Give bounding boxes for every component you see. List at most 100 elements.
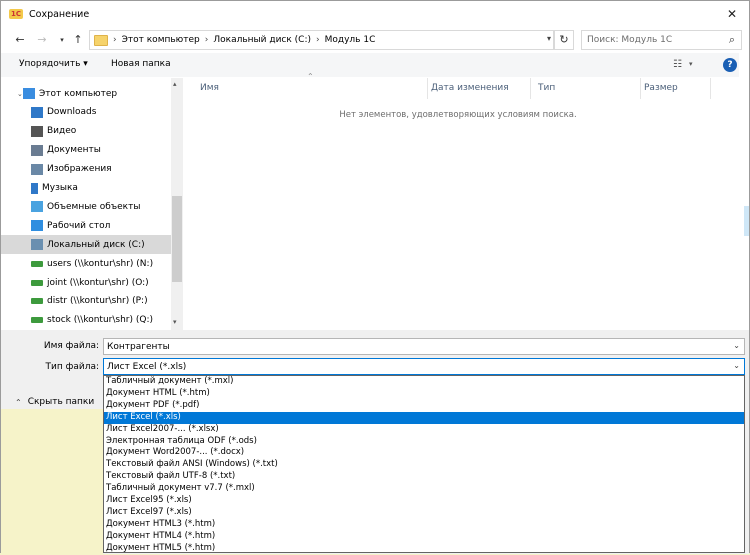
filetype-option[interactable]: Документ Word2007-... (*.docx) [104, 447, 744, 459]
window-title: Сохранение [29, 8, 90, 20]
sidebar-item-label: Изображения [47, 164, 112, 175]
file-list-pane: ⌃ Имя Дата изменения Тип Размер Нет элем… [183, 72, 739, 330]
filetype-option[interactable]: Документ HTML3 (*.htm) [104, 519, 744, 531]
back-button[interactable]: ← [13, 32, 27, 48]
computer-icon [23, 88, 35, 99]
document-icon [31, 144, 43, 156]
chevron-right-icon: › [113, 35, 117, 45]
filetype-option[interactable]: Текстовый файл ANSI (Windows) (*.txt) [104, 459, 744, 471]
filetype-option[interactable]: Документ HTML (*.htm) [104, 388, 744, 400]
background-window-area [1, 409, 103, 554]
sidebar-item[interactable]: Изображения [1, 160, 171, 179]
column-header-type[interactable]: Тип [531, 78, 641, 99]
breadcrumb-item[interactable]: Этот компьютер [122, 35, 200, 45]
scroll-thumb[interactable] [172, 196, 182, 282]
sidebar-item-label: users (\\kontur\shr) (N:) [47, 258, 154, 269]
view-dropdown-icon[interactable]: ▾ [689, 60, 693, 68]
hide-folders-label: Скрыть папки [27, 397, 95, 407]
filetype-option[interactable]: Текстовый файл UTF-8 (*.txt) [104, 471, 744, 483]
sidebar-item-label: Документы [47, 145, 101, 156]
scroll-up-icon[interactable]: ▴ [173, 80, 177, 88]
up-button[interactable]: ↑ [71, 32, 85, 48]
filetype-option[interactable]: Табличный документ v7.7 (*.mxl) [104, 483, 744, 495]
sidebar-item[interactable]: stock (\\kontur\shr) (Q:) [1, 311, 171, 330]
arrow-left-icon: ← [15, 33, 25, 46]
navigation-pane: ⌄ Этот компьютер Downloads Видео Документы Из… [1, 78, 183, 330]
sidebar-item-label: Рабочий стол [47, 220, 111, 231]
sidebar-item[interactable]: Downloads [1, 103, 171, 122]
filetype-option[interactable]: Лист Excel2007-... (*.xlsx) [104, 424, 744, 436]
filetype-option[interactable]: Табличный документ (*.mxl) [104, 376, 744, 388]
organize-button[interactable]: Упорядочить ▾ [19, 59, 88, 69]
column-header-name[interactable]: Имя [183, 78, 428, 99]
sidebar-item-label: Этот компьютер [39, 88, 118, 99]
sidebar-item-label: Музыка [42, 183, 78, 193]
sidebar-item[interactable]: distr (\\kontur\shr) (P:) [1, 292, 171, 311]
scroll-accent-strip [744, 206, 749, 236]
filetype-select[interactable]: Лист Excel (*.xls) ⌄ [103, 358, 745, 375]
filetype-dropdown-list[interactable]: Табличный документ (*.mxl) Документ HTML … [103, 375, 745, 553]
sidebar-item-label: Downloads [47, 107, 97, 118]
network-drive-icon [31, 298, 43, 305]
refresh-button[interactable]: ↻ [554, 30, 574, 50]
chevron-down-icon[interactable]: ⌄ [733, 341, 740, 350]
navigation-bar: ← → ▾ ↑ › Этот компьютер › Локальный дис… [1, 27, 749, 53]
chevron-right-icon: › [316, 35, 320, 45]
help-icon[interactable]: ? [723, 58, 737, 72]
nav-scrollbar[interactable]: ▴ ▾ [171, 78, 183, 330]
sidebar-item[interactable]: joint (\\kontur\shr) (O:) [1, 273, 171, 292]
sidebar-item-label: stock (\\kontur\shr) (Q:) [47, 315, 153, 326]
chevron-down-icon[interactable]: ⌄ [17, 90, 23, 98]
filetype-value[interactable]: Лист Excel (*.xls) [107, 362, 186, 372]
scroll-down-icon[interactable]: ▾ [173, 318, 177, 326]
image-icon [31, 163, 43, 175]
sidebar-item[interactable]: Рабочий стол [1, 216, 171, 235]
filetype-option[interactable]: Документ HTML4 (*.htm) [104, 531, 744, 543]
filename-field[interactable]: Контрагенты ⌄ [103, 338, 745, 355]
sidebar-item[interactable]: Музыка [1, 179, 171, 198]
sidebar-item[interactable]: Локальный диск (C:) [1, 235, 171, 255]
close-icon: ✕ [726, 7, 738, 21]
filetype-option[interactable]: Лист Excel97 (*.xls) [104, 507, 744, 519]
filetype-option[interactable]: Электронная таблица ODF (*.ods) [104, 436, 744, 448]
app-1c-icon: 1С [9, 9, 23, 19]
search-icon[interactable]: ⌕ [729, 33, 735, 47]
view-options-icon[interactable]: ☷ [673, 59, 682, 70]
sidebar-item-label: Объемные объекты [47, 201, 141, 212]
save-dialog: 1С Сохранение ✕ ← → ▾ ↑ › Этот компьютер… [0, 0, 750, 554]
main-scrollbar[interactable] [739, 53, 749, 330]
sidebar-item[interactable]: Документы [1, 141, 171, 160]
filetype-label: Тип файла: [45, 362, 99, 372]
arrow-up-icon: ↑ [73, 33, 83, 46]
forward-button[interactable]: → [35, 32, 49, 48]
search-box[interactable]: ⌕ [581, 30, 742, 50]
video-icon [31, 125, 43, 137]
new-folder-button[interactable]: Новая папка [111, 59, 171, 69]
recent-locations-button[interactable]: ▾ [55, 32, 69, 48]
sidebar-item[interactable]: Видео [1, 122, 171, 141]
filetype-option[interactable]: Документ PDF (*.pdf) [104, 400, 744, 412]
network-drive-icon [31, 279, 43, 286]
breadcrumb-item[interactable]: Модуль 1С [325, 35, 376, 45]
chevron-down-icon[interactable]: ⌄ [733, 361, 740, 370]
sidebar-item[interactable]: users (\\kontur\shr) (N:) [1, 254, 171, 273]
address-bar[interactable]: › Этот компьютер › Локальный диск (C:) ›… [89, 30, 554, 50]
search-input[interactable] [587, 35, 717, 45]
column-header-date[interactable]: Дата изменения [428, 78, 531, 99]
address-dropdown-icon[interactable]: ▾ [547, 34, 551, 43]
filetype-option[interactable]: Лист Excel95 (*.xls) [104, 495, 744, 507]
sidebar-item-label: Локальный диск (C:) [47, 239, 145, 250]
close-button[interactable]: ✕ [725, 7, 739, 21]
hide-folders-button[interactable]: ⌃ Скрыть папки [15, 397, 94, 407]
sidebar-item[interactable]: Объемные объекты [1, 197, 171, 216]
filename-label: Имя файла: [43, 341, 99, 351]
title-bar: 1С Сохранение ✕ [1, 1, 749, 27]
network-drive-icon [31, 260, 43, 267]
filename-value[interactable]: Контрагенты [107, 342, 170, 352]
breadcrumb-item[interactable]: Локальный диск (C:) [213, 35, 311, 45]
filetype-option[interactable]: Лист Excel (*.xls) [104, 411, 744, 424]
column-header-size[interactable]: Размер [641, 78, 711, 99]
music-icon [31, 182, 38, 194]
sidebar-item[interactable]: ⌄ Этот компьютер [1, 84, 171, 103]
chevron-right-icon: › [204, 35, 209, 45]
